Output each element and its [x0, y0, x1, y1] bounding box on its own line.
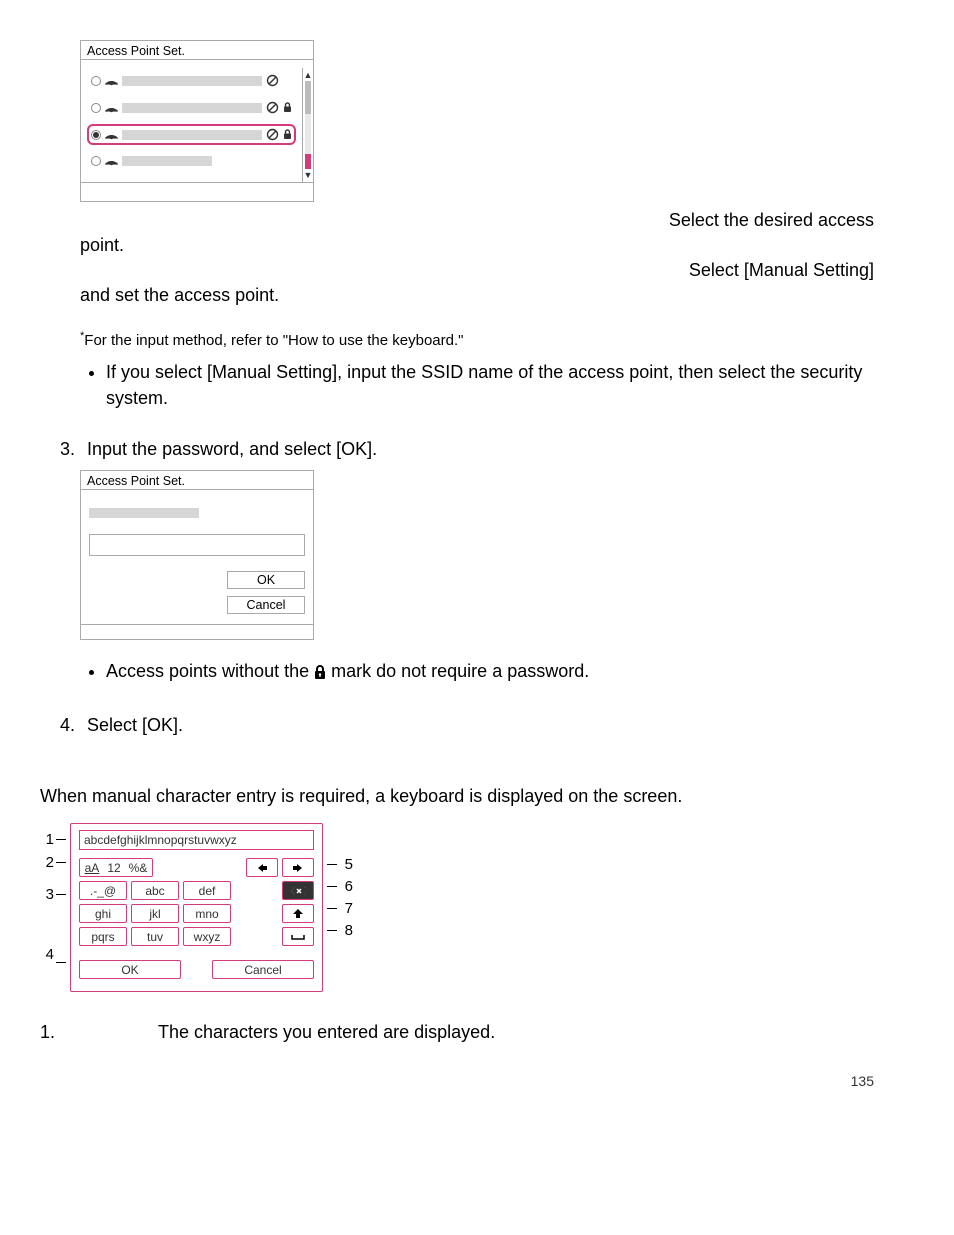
wifi-icon — [105, 129, 118, 140]
ap-row-selected[interactable] — [87, 124, 296, 145]
step-4: 4. Select [OK]. — [60, 715, 874, 736]
kb-backspace-icon[interactable] — [282, 881, 314, 900]
page-number: 135 — [80, 1073, 874, 1089]
scroll-up-icon[interactable]: ▲ — [304, 71, 313, 79]
callout-3: 3 — [40, 886, 54, 903]
prohibit-icon — [266, 128, 279, 141]
scrollbar[interactable]: ▲ ▼ — [302, 68, 313, 182]
radio-icon-selected — [91, 130, 101, 140]
kb-key[interactable]: wxyz — [183, 927, 231, 946]
footnote: *For the input method, refer to "How to … — [80, 330, 874, 349]
kb-shift-icon[interactable] — [282, 904, 314, 923]
wifi-icon — [105, 102, 118, 113]
step-3: 3. Input the password, and select [OK]. — [60, 439, 874, 460]
ssid-bar — [122, 76, 262, 86]
radio-icon — [91, 103, 101, 113]
pw-ssid-bar — [89, 508, 199, 518]
cancel-button[interactable]: Cancel — [227, 596, 305, 614]
radio-icon — [91, 76, 101, 86]
keyboard-diagram: 1 2 3 4 abcdefghijklmnopqrstuvwxyz aA 12… — [40, 823, 874, 992]
callout-2: 2 — [40, 854, 54, 871]
kb-space-icon[interactable] — [282, 927, 314, 946]
bullet-manual-setting: If you select [Manual Setting], input th… — [106, 359, 874, 411]
bullet-no-lock: Access points without the mark do not re… — [106, 658, 874, 687]
pw-box-title: Access Point Set. — [81, 471, 313, 489]
ok-button[interactable]: OK — [227, 571, 305, 589]
keyboard-legend: 1. The characters you entered are displa… — [40, 1022, 874, 1043]
callout-8: 8 — [339, 922, 353, 939]
kb-key[interactable]: .-_@ — [79, 881, 127, 900]
ap-row[interactable] — [87, 97, 296, 118]
prohibit-icon — [266, 74, 279, 87]
kb-text-display: abcdefghijklmnopqrstuvwxyz — [79, 830, 314, 850]
kb-key[interactable]: pqrs — [79, 927, 127, 946]
scroll-down-icon[interactable]: ▼ — [304, 171, 313, 179]
kb-cancel-button[interactable]: Cancel — [212, 960, 314, 979]
kb-key[interactable]: ghi — [79, 904, 127, 923]
text-point: point. — [80, 235, 874, 256]
kb-key[interactable]: abc — [131, 881, 179, 900]
kb-key[interactable]: def — [183, 881, 231, 900]
keyboard-intro: When manual character entry is required,… — [40, 786, 874, 807]
wifi-icon — [105, 75, 118, 86]
text-select-desired: Select the desired access — [80, 210, 874, 231]
lock-icon — [283, 129, 292, 140]
kb-right-arrow-icon[interactable] — [282, 858, 314, 877]
radio-icon — [91, 156, 101, 166]
password-entry-box: Access Point Set. OK Cancel — [80, 470, 314, 640]
callout-5: 5 — [339, 856, 353, 873]
text-and-set: and set the access point. — [80, 285, 874, 306]
wifi-icon — [105, 155, 118, 166]
lock-icon — [283, 102, 292, 113]
ap-row[interactable] — [87, 151, 296, 170]
kb-key[interactable]: tuv — [131, 927, 179, 946]
kb-ok-button[interactable]: OK — [79, 960, 181, 979]
ssid-bar — [122, 130, 262, 140]
legend-num: 1. — [40, 1022, 68, 1043]
callout-4: 4 — [40, 946, 54, 963]
ap-box-title: Access Point Set. — [81, 41, 313, 59]
access-point-list-box: Access Point Set. — [80, 40, 314, 202]
kb-mode-key[interactable]: aA 12 %& — [79, 858, 153, 877]
password-input[interactable] — [89, 534, 305, 556]
ssid-bar — [122, 103, 262, 113]
kb-key[interactable]: mno — [183, 904, 231, 923]
ssid-bar — [122, 156, 212, 166]
lock-icon — [314, 661, 326, 687]
legend-text: The characters you entered are displayed… — [158, 1022, 874, 1043]
callout-7: 7 — [339, 900, 353, 917]
text-select-manual: Select [Manual Setting] — [80, 260, 874, 281]
ap-row[interactable] — [87, 70, 296, 91]
callout-1: 1 — [40, 831, 54, 848]
kb-left-arrow-icon[interactable] — [246, 858, 278, 877]
prohibit-icon — [266, 101, 279, 114]
callout-6: 6 — [339, 878, 353, 895]
kb-key[interactable]: jkl — [131, 904, 179, 923]
